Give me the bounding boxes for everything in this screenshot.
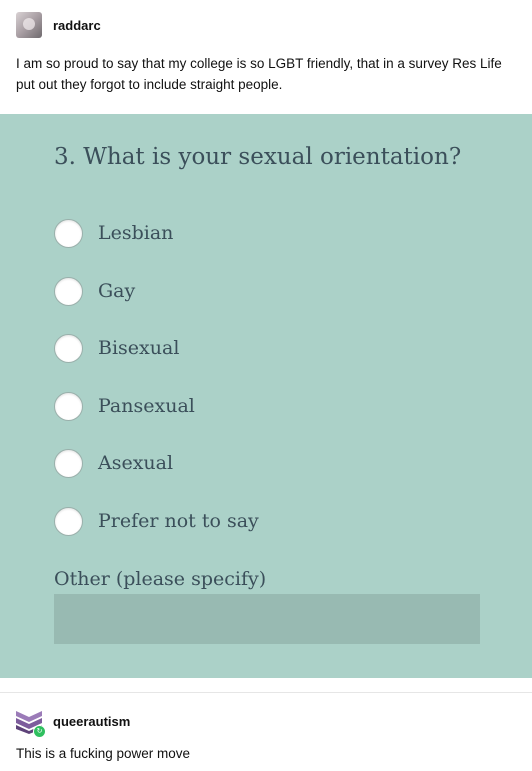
option-gay: Gay	[54, 276, 135, 306]
radio-button	[54, 333, 83, 363]
post-header: raddarc	[16, 12, 101, 38]
option-lesbian: Lesbian	[54, 218, 173, 248]
option-label: Bisexual	[98, 337, 180, 359]
other-label: Other (please specify)	[54, 568, 267, 590]
post-text: I am so proud to say that my college is …	[16, 56, 502, 92]
avatar[interactable]	[16, 12, 42, 38]
option-label: Prefer not to say	[98, 510, 259, 532]
reblog-header: ↻ queerautism	[16, 708, 130, 738]
reblog-icon: ↻	[33, 725, 46, 738]
post-username[interactable]: raddarc	[53, 18, 101, 33]
option-prefer-not-to-say: Prefer not to say	[54, 506, 259, 536]
option-label: Pansexual	[98, 395, 195, 417]
option-label: Asexual	[98, 452, 174, 474]
radio-button	[54, 218, 83, 248]
radio-button	[54, 391, 83, 421]
option-label: Gay	[98, 280, 136, 302]
survey-image: 3. What is your sexual orientation? Lesb…	[0, 114, 532, 678]
reblog-username[interactable]: queerautism	[53, 714, 130, 729]
other-text-field	[54, 594, 480, 644]
radio-button	[54, 276, 83, 306]
option-bisexual: Bisexual	[54, 333, 179, 363]
radio-button	[54, 448, 83, 478]
chevron-stack-icon[interactable]: ↻	[16, 708, 46, 738]
option-pansexual: Pansexual	[54, 391, 195, 421]
option-label: Lesbian	[98, 222, 174, 244]
option-asexual: Asexual	[54, 448, 173, 478]
radio-button	[54, 506, 83, 536]
reblog-text: This is a fucking power move	[16, 746, 191, 761]
survey-question: 3. What is your sexual orientation?	[54, 144, 462, 170]
divider	[0, 692, 532, 693]
